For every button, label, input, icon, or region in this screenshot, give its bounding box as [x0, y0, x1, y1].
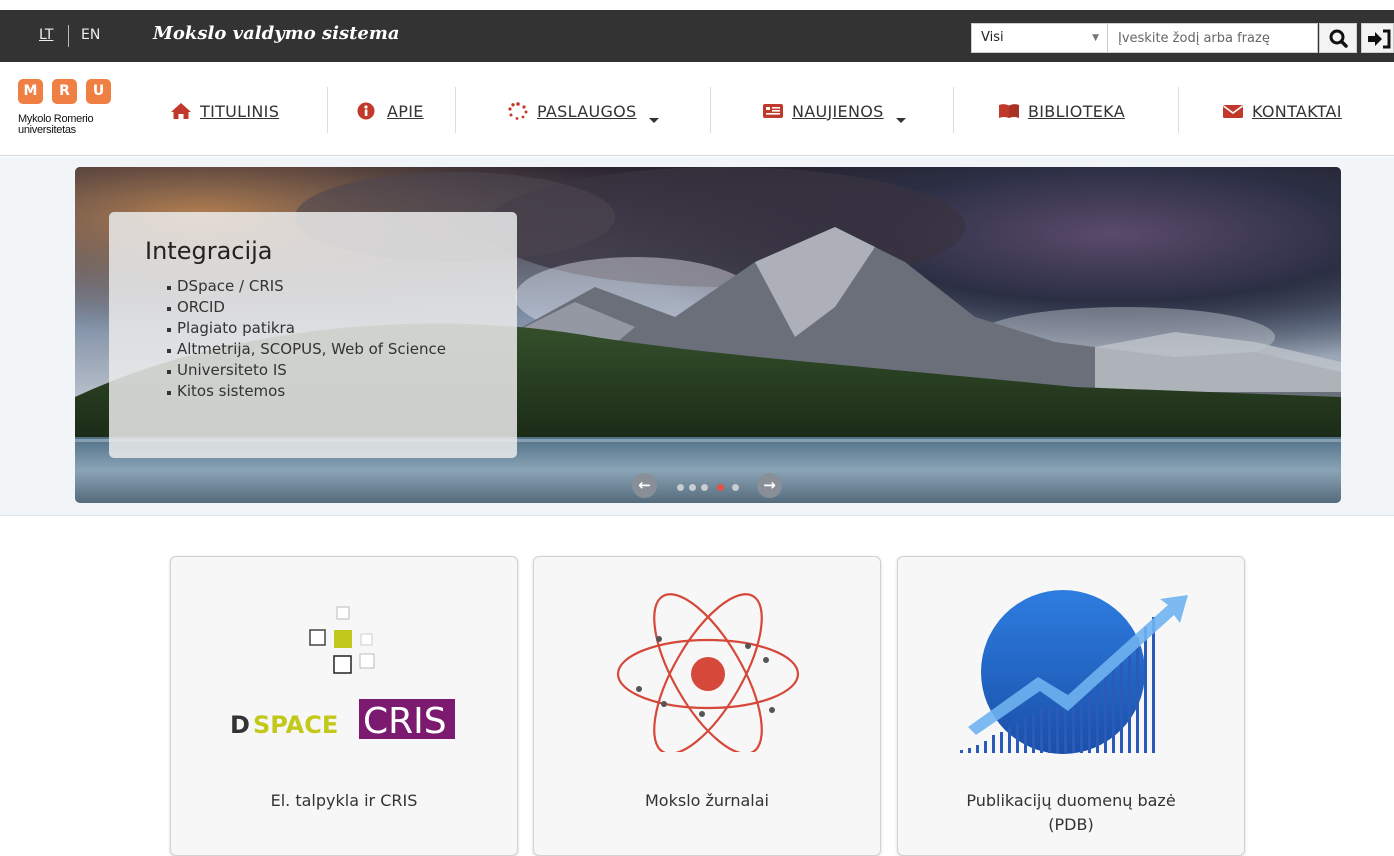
arrow-right-icon: → — [763, 476, 776, 494]
growth-chart-icon — [960, 590, 1188, 754]
card-label: Mokslo žurnalai — [645, 791, 769, 810]
caret-down-icon — [648, 117, 659, 123]
dspace-logo-space: SPACE — [253, 711, 338, 739]
card-label: Publikacijų duomenų bazė (PDB) — [898, 789, 1244, 837]
logo-letter-m: M — [18, 79, 43, 104]
main-navbar: M R U Mykolo Romerio universitetas TITUL… — [0, 62, 1394, 156]
envelope-icon — [1223, 105, 1243, 118]
caret-down-icon — [895, 117, 906, 123]
nav-item-kontaktai[interactable]: KONTAKTAI — [1222, 98, 1342, 124]
carousel-dot-1[interactable] — [677, 484, 684, 491]
dspace-logo-d: D — [230, 711, 250, 739]
search-icon — [1329, 29, 1348, 48]
hero-caption-list: DSpace / CRIS ORCID Plagiato patikra Alt… — [167, 276, 446, 402]
card-label-line1: Publikacijų duomenų bazė — [966, 791, 1176, 810]
logo-letter-u: U — [86, 79, 111, 104]
nav-item-label: APIE — [387, 101, 424, 121]
sign-in-icon — [1368, 29, 1391, 49]
hero-caption-panel: Integracija DSpace / CRIS ORCID Plagiato… — [109, 212, 517, 458]
card-journals[interactable]: Mokslo žurnalai — [533, 556, 881, 856]
language-en-link[interactable]: EN — [81, 27, 100, 43]
carousel-dot-2[interactable] — [689, 484, 696, 491]
search-scope-select[interactable]: Visi ▼ — [971, 23, 1108, 53]
list-item: Universiteto IS — [167, 360, 446, 381]
nav-item-label: BIBLIOTEKA — [1028, 101, 1125, 121]
atom-icon — [616, 593, 800, 752]
nav-item-label: TITULINIS — [200, 101, 280, 121]
login-button[interactable] — [1361, 23, 1394, 53]
nav-divider — [327, 87, 328, 133]
list-item: Altmetrija, SCOPUS, Web of Science — [167, 339, 446, 360]
nav-divider — [455, 87, 456, 133]
home-icon — [171, 103, 191, 119]
caret-down-icon: ▼ — [1092, 33, 1099, 43]
list-item: DSpace / CRIS — [167, 276, 446, 297]
carousel-next-button[interactable]: → — [757, 473, 782, 498]
logo-letter-r: R — [52, 79, 77, 104]
nav-divider — [710, 87, 711, 133]
nav-item-naujienos[interactable]: NAUJIENOS — [762, 98, 906, 124]
system-title: Mokslo valdymo sistema — [153, 23, 400, 44]
nav-item-label: NAUJIENOS — [792, 101, 884, 121]
nav-item-titulinis[interactable]: TITULINIS — [170, 98, 279, 124]
hero-caption-title: Integracija — [145, 237, 273, 265]
dspace-cris-logo: D SPACE CRIS — [230, 606, 455, 742]
carousel-dot-3[interactable] — [701, 484, 708, 491]
search-button[interactable] — [1319, 23, 1357, 53]
nav-item-paslaugos[interactable]: PASLAUGOS — [507, 98, 659, 124]
card-label: El. talpykla ir CRIS — [270, 791, 418, 810]
logo-subtitle-line2: universitetas — [18, 124, 76, 136]
card-label-line2: (PDB) — [1048, 815, 1094, 834]
card-repository[interactable]: D SPACE CRIS El. talpykla ir CRIS — [170, 556, 518, 856]
nav-divider — [1178, 87, 1179, 133]
list-item: ORCID — [167, 297, 446, 318]
card-publications[interactable]: Publikacijų duomenų bazė (PDB) — [897, 556, 1245, 856]
list-item: Kitos sistemos — [167, 381, 446, 402]
nav-item-label: KONTAKTAI — [1252, 101, 1342, 121]
nav-item-label: PASLAUGOS — [537, 101, 637, 121]
newspaper-icon — [763, 104, 783, 118]
arrow-left-icon: ← — [638, 476, 651, 494]
search-input[interactable] — [1108, 23, 1318, 53]
nav-item-biblioteka[interactable]: BIBLIOTEKA — [998, 98, 1125, 124]
cris-logo-text: CRIS — [363, 701, 447, 742]
nav-item-apie[interactable]: APIE — [357, 98, 424, 124]
book-icon — [999, 104, 1019, 118]
carousel-dot-4[interactable] — [717, 484, 724, 491]
language-lt-link[interactable]: LT — [39, 27, 53, 43]
language-separator — [68, 25, 69, 47]
nav-divider — [953, 87, 954, 133]
logo-subtitle: Mykolo Romerio universitetas — [18, 114, 94, 136]
info-icon — [357, 102, 375, 120]
search-scope-value: Visi — [981, 30, 1004, 45]
list-item: Plagiato patikra — [167, 318, 446, 339]
spinner-icon — [508, 102, 528, 120]
carousel-prev-button[interactable]: ← — [632, 473, 657, 498]
carousel-dot-5[interactable] — [732, 484, 739, 491]
